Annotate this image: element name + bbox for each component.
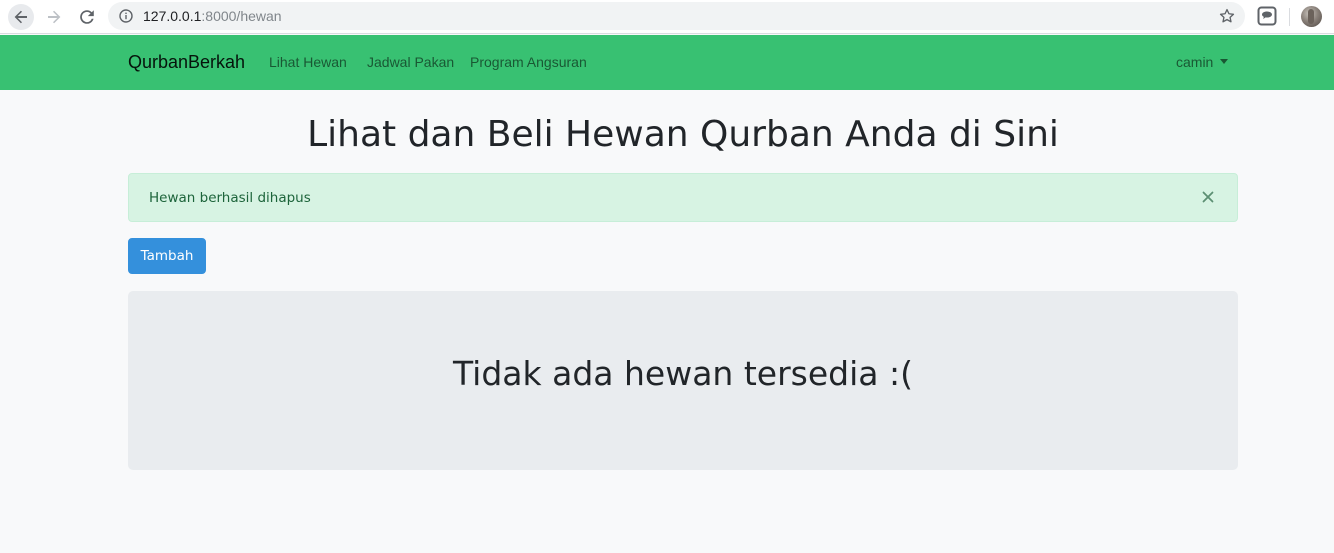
nav-link-lihat-hewan[interactable]: Lihat Hewan xyxy=(269,54,347,71)
empty-state-panel: Tidak ada hewan tersedia :( xyxy=(128,291,1238,470)
close-icon xyxy=(1202,191,1214,203)
reload-icon xyxy=(80,10,94,24)
arrow-left-icon xyxy=(14,10,27,24)
empty-state-message: Tidak ada hewan tersedia :( xyxy=(453,354,913,393)
browser-toolbar: 127.0.0.1:8000/hewan xyxy=(0,0,1334,34)
page-title: Lihat dan Beli Hewan Qurban Anda di Sini xyxy=(307,114,1059,155)
success-alert: Hewan berhasil dihapus xyxy=(128,173,1238,222)
nav-link-jadwal-pakan[interactable]: Jadwal Pakan xyxy=(367,54,454,71)
alert-message: Hewan berhasil dihapus xyxy=(149,190,311,206)
nav-link-program-angsuran[interactable]: Program Angsuran xyxy=(470,54,587,71)
reload-button[interactable] xyxy=(74,4,100,30)
url-text[interactable]: 127.0.0.1:8000/hewan xyxy=(143,8,282,24)
alert-close-button[interactable] xyxy=(1199,187,1217,207)
url-host: 127.0.0.1 xyxy=(143,8,202,24)
user-name: camin xyxy=(1176,54,1214,70)
toolbar-divider xyxy=(1289,8,1290,26)
arrow-right-icon xyxy=(48,10,61,24)
add-button[interactable]: Tambah xyxy=(128,238,206,274)
app-navbar: QurbanBerkah Lihat Hewan Jadwal Pakan Pr… xyxy=(0,35,1334,90)
chat-extension-icon[interactable] xyxy=(1257,6,1277,26)
back-button[interactable] xyxy=(8,4,34,30)
user-dropdown[interactable]: camin xyxy=(1176,54,1229,71)
forward-button[interactable] xyxy=(41,4,67,30)
star-icon[interactable] xyxy=(1218,7,1236,25)
address-bar[interactable]: 127.0.0.1:8000/hewan xyxy=(108,2,1245,30)
caret-down-icon xyxy=(1220,59,1229,64)
url-path: :8000/hewan xyxy=(201,8,282,24)
profile-avatar[interactable] xyxy=(1301,6,1322,27)
info-icon[interactable] xyxy=(119,9,133,23)
brand-link[interactable]: QurbanBerkah xyxy=(128,51,245,73)
